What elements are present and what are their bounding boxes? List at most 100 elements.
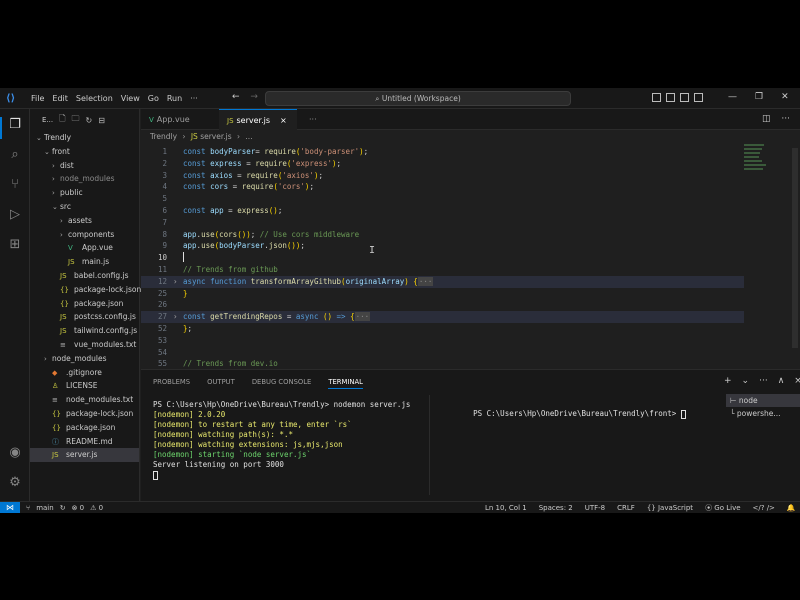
tree-item[interactable]: › public [30,186,139,200]
terminal-item-node[interactable]: ⊢ node [726,394,800,407]
refresh-icon[interactable]: ↻ [86,116,93,125]
tab-problems[interactable]: PROBLEMS [153,378,190,389]
restore-icon[interactable]: ❐ [755,92,763,102]
breadcrumb-file[interactable]: server.js [200,132,231,141]
indentation[interactable]: Spaces: 2 [539,502,573,513]
tree-item[interactable]: › node_modules [30,172,139,186]
tree-item-label: package-lock.json [66,408,134,418]
breadcrumb-folder[interactable]: Trendly [150,132,177,141]
menu-item[interactable]: File [27,93,48,104]
line-number: 4 [162,182,167,192]
toggle-secondary-sidebar-icon[interactable] [680,93,689,102]
collapse-all-icon[interactable]: ⊟ [98,116,105,125]
tree-item[interactable]: ⌄ src [30,200,139,214]
terminal-right[interactable]: PS C:\Users\Hp\OneDrive\Bureau\Trendly\f… [446,400,686,428]
toggle-sidebar-icon[interactable] [652,93,661,102]
prettier-status[interactable]: </? /> [753,502,775,513]
code-token[interactable]: ··· [417,276,434,286]
tab-app-vue[interactable]: V App.vue [141,109,219,130]
menu-item[interactable]: ··· [186,93,202,104]
minimap[interactable] [744,144,792,368]
terminal-split-divider[interactable] [429,395,430,495]
tree-item[interactable]: › dist [30,159,139,173]
code-editor[interactable]: 1 const bodyParser= require('body-parser'… [141,144,744,368]
notifications-icon[interactable]: 🔔 [787,502,796,513]
search-view-icon[interactable]: ⌕ [7,147,23,163]
encoding[interactable]: UTF-8 [585,502,605,513]
tree-item[interactable]: ♙ LICENSE [30,379,139,393]
command-center-search[interactable]: ⌕ Untitled (Workspace) [265,91,571,106]
tree-item[interactable]: ⌄ Trendly [30,131,139,145]
menu-item[interactable]: Selection [72,93,117,104]
close-window-icon[interactable]: ✕ [781,92,789,102]
sync-icon[interactable]: ↻ [60,502,66,513]
source-control-icon[interactable]: ⑂ [7,177,23,193]
tree-item[interactable]: {} package-lock.json [30,283,141,297]
language-mode[interactable]: {} JavaScript [647,502,693,513]
account-icon[interactable]: ◉ [7,445,23,461]
customize-layout-icon[interactable] [694,93,703,102]
tree-item-label: .gitignore [66,367,102,377]
tree-item[interactable]: ≡ node_modules.txt [30,393,139,407]
explorer-icon[interactable]: ❐ [7,117,23,133]
tab-terminal[interactable]: TERMINAL [328,378,363,389]
tree-item[interactable]: JS tailwind.config.js [30,324,139,338]
branch-name[interactable]: main [36,502,54,513]
tree-item[interactable]: {} package.json [30,421,139,435]
more-actions-icon[interactable]: ··· [781,114,790,124]
forward-arrow-icon[interactable]: → [250,92,258,102]
tab-debug-console[interactable]: DEBUG CONSOLE [252,378,312,389]
maximize-panel-icon[interactable]: ∧ [778,376,785,386]
tree-item[interactable]: {} package-lock.json [30,407,139,421]
fold-chevron-icon[interactable]: › [173,276,178,288]
extensions-icon[interactable]: ⊞ [7,237,23,253]
tree-item[interactable]: JS main.js [30,255,139,269]
code-line: 4 const cors = require('cors'); [141,181,744,193]
tree-item[interactable]: ⌄ front [30,145,139,159]
new-terminal-icon[interactable]: + [724,376,732,386]
warning-count[interactable]: ⚠ 0 [90,502,103,513]
terminal-left[interactable]: PS C:\Users\Hp\OneDrive\Bureau\Trendly> … [153,400,410,480]
code-token: 'body-parser' [300,147,360,156]
minimize-icon[interactable]: — [728,92,737,102]
end-of-line[interactable]: CRLF [617,502,635,513]
manage-gear-icon[interactable]: ⚙ [7,475,23,491]
menu-item[interactable]: Run [163,93,186,104]
code-token[interactable]: ··· [354,312,371,322]
tree-item[interactable]: V App.vue [30,241,139,255]
tree-item[interactable]: JS server.js [30,448,139,463]
fold-chevron-icon[interactable]: › [173,311,178,323]
tab-server-js[interactable]: JS server.js × [219,109,297,130]
tab-output[interactable]: OUTPUT [207,378,235,389]
new-folder-icon[interactable]: 🗀 [72,113,80,127]
cursor-position[interactable]: Ln 10, Col 1 [485,502,527,513]
error-count[interactable]: ⊗ 0 [72,502,85,513]
remote-indicator[interactable]: ⋈ [0,502,20,513]
tree-item[interactable]: {} package.json [30,297,139,311]
terminal-item-powershell[interactable]: └ powershe... [726,407,800,420]
go-live[interactable]: ⦿ Go Live [705,502,740,513]
editor-scrollbar[interactable] [792,148,798,348]
run-debug-icon[interactable]: ▷ [7,207,23,223]
tab-overflow[interactable]: ··· [301,109,331,130]
tree-item[interactable]: › node_modules [30,352,139,366]
split-editor-icon[interactable]: ◫ [762,114,771,124]
menu-item[interactable]: Go [144,93,163,104]
close-tab-icon[interactable]: × [280,116,287,125]
close-panel-icon[interactable]: × [794,376,800,386]
menu-item[interactable]: View [117,93,144,104]
tree-item[interactable]: › components [30,228,139,242]
tree-item[interactable]: JS postcss.config.js [30,310,139,324]
menu-item[interactable]: Edit [48,93,72,104]
toggle-panel-icon[interactable] [666,93,675,102]
new-file-icon[interactable]: 🗋 [59,113,65,127]
terminal-dropdown-icon[interactable]: ⌄ [742,376,750,386]
back-arrow-icon[interactable]: ← [232,92,240,102]
tree-item[interactable]: ≡ vue_modules.txt [30,338,139,352]
tree-item[interactable]: › assets [30,214,139,228]
panel-more-icon[interactable]: ··· [759,376,768,386]
breadcrumb-more[interactable]: ... [245,132,252,141]
tree-item[interactable]: ⓘ README.md [30,435,139,449]
tree-item[interactable]: ◆ .gitignore [30,366,139,380]
tree-item[interactable]: JS babel.config.js [30,269,139,283]
